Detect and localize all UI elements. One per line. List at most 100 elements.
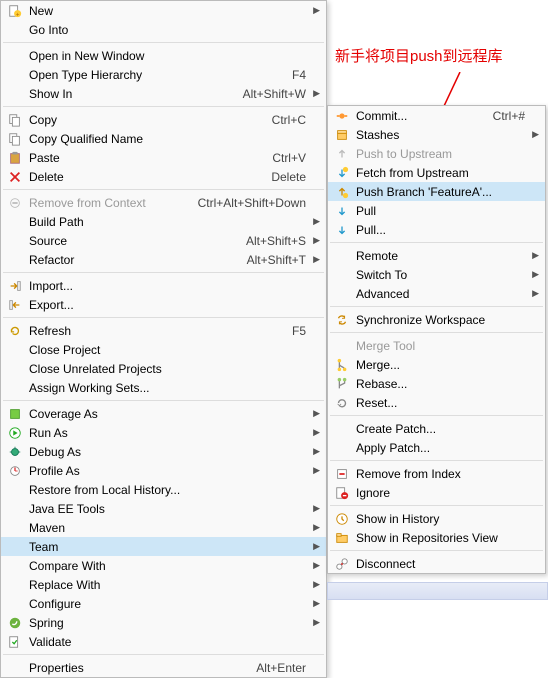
annotation-text: 新手将项目push到远程库 (335, 45, 503, 66)
menu-item-label: Configure (25, 597, 306, 611)
blank-icon (5, 342, 25, 358)
blank-icon (5, 520, 25, 536)
menu-item-label: Properties (25, 661, 248, 675)
svg-text:+: + (16, 11, 20, 18)
left_menu-item-team[interactable]: Team▶ (1, 537, 326, 556)
left_menu-item-close-project[interactable]: Close Project (1, 340, 326, 359)
right_menu-item-remove-from-index[interactable]: Remove from Index (328, 464, 545, 483)
menu-item-label: Remove from Index (352, 467, 525, 481)
right_menu-item-fetch-from-upstream[interactable]: Fetch from Upstream (328, 163, 545, 182)
menu-separator (330, 332, 543, 333)
menu-item-label: Open in New Window (25, 49, 306, 63)
commit-icon (332, 108, 352, 124)
right_menu-item-apply-patch[interactable]: Apply Patch... (328, 438, 545, 457)
blank-icon (5, 380, 25, 396)
menu-item-label: Java EE Tools (25, 502, 306, 516)
left_menu-item-build-path[interactable]: Build Path▶ (1, 212, 326, 231)
remove-idx-icon (332, 466, 352, 482)
submenu-arrow-icon: ▶ (306, 408, 320, 419)
right_menu-item-commit[interactable]: Commit...Ctrl+# (328, 106, 545, 125)
context-menu-left: +New▶Go Into Open in New Window Open Type … (0, 0, 327, 678)
menu-item-label: Switch To (352, 268, 525, 282)
menu-item-label: Ignore (352, 486, 525, 500)
remove-icon (5, 195, 25, 211)
menu-separator (3, 272, 324, 273)
right_menu-item-merge[interactable]: Merge... (328, 355, 545, 374)
left_menu-item-maven[interactable]: Maven▶ (1, 518, 326, 537)
left_menu-item-validate[interactable]: Validate (1, 632, 326, 651)
blank-icon (5, 233, 25, 249)
submenu-arrow-icon: ▶ (306, 465, 320, 476)
right_menu-item-show-in-repositories-view[interactable]: Show in Repositories View (328, 528, 545, 547)
right_menu-item-ignore[interactable]: Ignore (328, 483, 545, 502)
left_menu-item-go-into[interactable]: Go Into (1, 20, 326, 39)
menu-item-label: Export... (25, 298, 306, 312)
left_menu-item-assign-working-sets[interactable]: Assign Working Sets... (1, 378, 326, 397)
left_menu-item-java-ee-tools[interactable]: Java EE Tools▶ (1, 499, 326, 518)
submenu-arrow-icon: ▶ (306, 427, 320, 438)
menu-item-label: Fetch from Upstream (352, 166, 525, 180)
submenu-arrow-icon: ▶ (306, 541, 320, 552)
rebase-icon (332, 376, 352, 392)
left_menu-item-restore-from-local-history[interactable]: Restore from Local History... (1, 480, 326, 499)
submenu-arrow-icon: ▶ (306, 446, 320, 457)
left_menu-item-source[interactable]: SourceAlt+Shift+S▶ (1, 231, 326, 250)
left_menu-item-run-as[interactable]: Run As▶ (1, 423, 326, 442)
menu-item-label: Spring (25, 616, 306, 630)
right_menu-item-pull[interactable]: Pull (328, 201, 545, 220)
right_menu-item-switch-to[interactable]: Switch To▶ (328, 265, 545, 284)
left_menu-item-debug-as[interactable]: Debug As▶ (1, 442, 326, 461)
left_menu-item-import[interactable]: Import... (1, 276, 326, 295)
right_menu-item-push-branch-featurea[interactable]: Push Branch 'FeatureA'... (328, 182, 545, 201)
menu-item-label: Merge... (352, 358, 525, 372)
menu-item-label: Stashes (352, 128, 525, 142)
sync-icon (332, 312, 352, 328)
right_menu-item-pull[interactable]: Pull... (328, 220, 545, 239)
right_menu-item-show-in-history[interactable]: Show in History (328, 509, 545, 528)
left_menu-item-replace-with[interactable]: Replace With▶ (1, 575, 326, 594)
left_menu-item-configure[interactable]: Configure▶ (1, 594, 326, 613)
menu-separator (330, 550, 543, 551)
right_menu-item-disconnect[interactable]: Disconnect (328, 554, 545, 573)
left_menu-item-refactor[interactable]: RefactorAlt+Shift+T▶ (1, 250, 326, 269)
left_menu-item-show-in[interactable]: Show InAlt+Shift+W▶ (1, 84, 326, 103)
menu-item-label: Show in Repositories View (352, 531, 525, 545)
reset-icon (332, 395, 352, 411)
right_menu-item-rebase[interactable]: Rebase... (328, 374, 545, 393)
left_menu-item-copy-qualified-name[interactable]: Copy Qualified Name (1, 129, 326, 148)
menu-item-label: Profile As (25, 464, 306, 478)
submenu-arrow-icon: ▶ (306, 617, 320, 628)
pull-icon (332, 203, 352, 219)
spring-icon (5, 615, 25, 631)
right_menu-item-create-patch[interactable]: Create Patch... (328, 419, 545, 438)
left_menu-item-delete[interactable]: DeleteDelete (1, 167, 326, 186)
debug-icon (5, 444, 25, 460)
right_menu-item-advanced[interactable]: Advanced▶ (328, 284, 545, 303)
left_menu-item-open-type-hierarchy[interactable]: Open Type HierarchyF4 (1, 65, 326, 84)
menu-item-label: Synchronize Workspace (352, 313, 525, 327)
left_menu-item-properties[interactable]: PropertiesAlt+Enter (1, 658, 326, 677)
menu-separator (330, 460, 543, 461)
left_menu-item-close-unrelated-projects[interactable]: Close Unrelated Projects (1, 359, 326, 378)
left_menu-item-export[interactable]: Export... (1, 295, 326, 314)
left_menu-item-spring[interactable]: Spring▶ (1, 613, 326, 632)
left_menu-item-copy[interactable]: CopyCtrl+C (1, 110, 326, 129)
right_menu-item-stashes[interactable]: Stashes▶ (328, 125, 545, 144)
menu-item-label: Source (25, 234, 238, 248)
left_menu-item-profile-as[interactable]: Profile As▶ (1, 461, 326, 480)
left_menu-item-new[interactable]: +New▶ (1, 1, 326, 20)
menu-separator (3, 189, 324, 190)
left_menu-item-compare-with[interactable]: Compare With▶ (1, 556, 326, 575)
menu-item-label: Team (25, 540, 306, 554)
left_menu-item-open-in-new-window[interactable]: Open in New Window (1, 46, 326, 65)
right_menu-item-synchronize-workspace[interactable]: Synchronize Workspace (328, 310, 545, 329)
right_menu-item-remote[interactable]: Remote▶ (328, 246, 545, 265)
left_menu-item-paste[interactable]: PasteCtrl+V (1, 148, 326, 167)
submenu-arrow-icon: ▶ (306, 5, 320, 16)
blank-icon (332, 338, 352, 354)
disconnect-icon (332, 556, 352, 572)
right_menu-item-reset[interactable]: Reset... (328, 393, 545, 412)
blank-icon (5, 577, 25, 593)
left_menu-item-refresh[interactable]: RefreshF5 (1, 321, 326, 340)
left_menu-item-coverage-as[interactable]: Coverage As▶ (1, 404, 326, 423)
